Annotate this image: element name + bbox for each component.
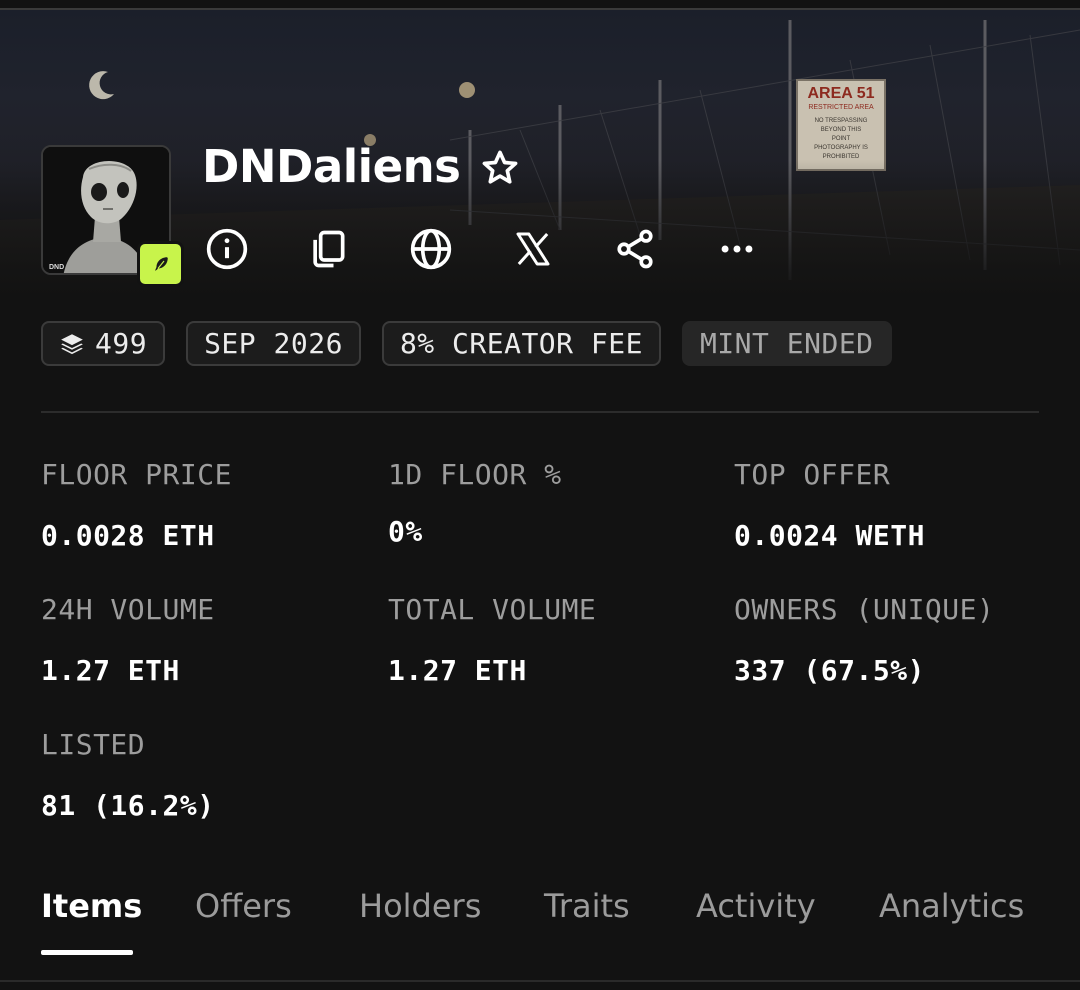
- tab-activity[interactable]: Activity: [696, 887, 816, 925]
- collection-tabs: Items Offers Holders Traits Activity Ana…: [41, 887, 1041, 957]
- x-logo-icon[interactable]: [510, 226, 556, 272]
- svg-text:BEYOND THIS: BEYOND THIS: [821, 127, 862, 133]
- stat-1d-floor: 1D FLOOR % 0%: [388, 458, 562, 548]
- more-icon[interactable]: [714, 226, 760, 272]
- tab-items[interactable]: Items: [41, 887, 142, 925]
- stat-total-volume: TOTAL VOLUME 1.27 ETH: [388, 593, 597, 687]
- info-icon[interactable]: [204, 226, 250, 272]
- avatar-label: DND: [49, 264, 64, 271]
- verified-badge: [137, 241, 184, 287]
- svg-text:NO TRESPASSING: NO TRESPASSING: [815, 118, 868, 124]
- tab-offers[interactable]: Offers: [195, 887, 292, 925]
- share-icon[interactable]: [612, 226, 658, 272]
- mint-status-pill: MINT ENDED: [681, 321, 892, 366]
- bottom-border: [0, 980, 1080, 982]
- favorite-star-icon[interactable]: [478, 146, 522, 190]
- stat-floor-price: FLOOR PRICE 0.0028 ETH: [41, 458, 232, 552]
- svg-text:RESTRICTED AREA: RESTRICTED AREA: [808, 104, 874, 111]
- active-tab-indicator: [41, 950, 133, 955]
- feather-icon: [154, 257, 168, 271]
- tab-traits[interactable]: Traits: [544, 887, 630, 925]
- stat-listed: LISTED 81 (16.2%): [41, 728, 215, 822]
- stat-24h-volume: 24H VOLUME 1.27 ETH: [41, 593, 215, 687]
- items-count: 499: [95, 327, 148, 360]
- copy-icon[interactable]: [305, 226, 351, 272]
- stat-top-offer: TOP OFFER 0.0024 WETH: [734, 458, 925, 552]
- stat-owners: OWNERS (UNIQUE) 337 (67.5%): [734, 593, 995, 687]
- svg-text:AREA 51: AREA 51: [808, 85, 875, 102]
- tab-holders[interactable]: Holders: [359, 887, 481, 925]
- section-divider: [41, 411, 1039, 413]
- layers-icon: [61, 333, 83, 354]
- collection-title: DNDaliens: [202, 140, 461, 193]
- collection-info-pills: 499 SEP 2026 8% CREATOR FEE MINT ENDED: [41, 321, 892, 366]
- date-pill: SEP 2026: [186, 321, 361, 366]
- svg-text:PHOTOGRAPHY IS: PHOTOGRAPHY IS: [814, 145, 868, 151]
- creator-fee-pill: 8% CREATOR FEE: [381, 321, 661, 366]
- tab-analytics[interactable]: Analytics: [879, 887, 1024, 925]
- globe-icon[interactable]: [408, 226, 454, 272]
- items-count-pill: 499: [41, 321, 166, 366]
- svg-text:POINT: POINT: [832, 136, 851, 142]
